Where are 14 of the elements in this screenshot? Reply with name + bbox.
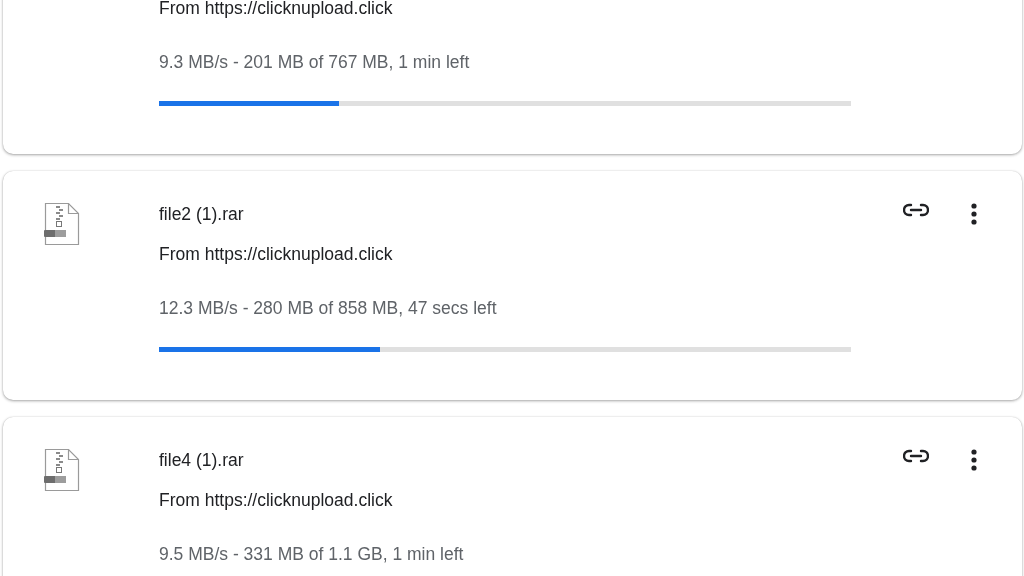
download-status: 12.3 MB/s - 280 MB of 858 MB, 47 secs left bbox=[159, 297, 498, 320]
file-name[interactable]: file2 (1).rar bbox=[159, 201, 859, 227]
more-options-icon[interactable] bbox=[971, 449, 977, 471]
download-status: 9.5 MB/s - 331 MB of 1.1 GB, 1 min left bbox=[159, 543, 465, 566]
zip-file-icon bbox=[44, 448, 80, 492]
source-url: From https://clicknupload.click bbox=[159, 0, 394, 20]
link-icon[interactable] bbox=[903, 203, 929, 217]
source-url: From https://clicknupload.click bbox=[159, 243, 394, 266]
download-status: 9.3 MB/s - 201 MB of 767 MB, 1 min left bbox=[159, 51, 471, 74]
zip-file-icon bbox=[44, 202, 80, 246]
link-icon[interactable] bbox=[903, 449, 929, 463]
source-url: From https://clicknupload.click bbox=[159, 489, 394, 512]
file-name[interactable]: file4 (1).rar bbox=[159, 447, 859, 473]
more-options-icon[interactable] bbox=[971, 203, 977, 225]
